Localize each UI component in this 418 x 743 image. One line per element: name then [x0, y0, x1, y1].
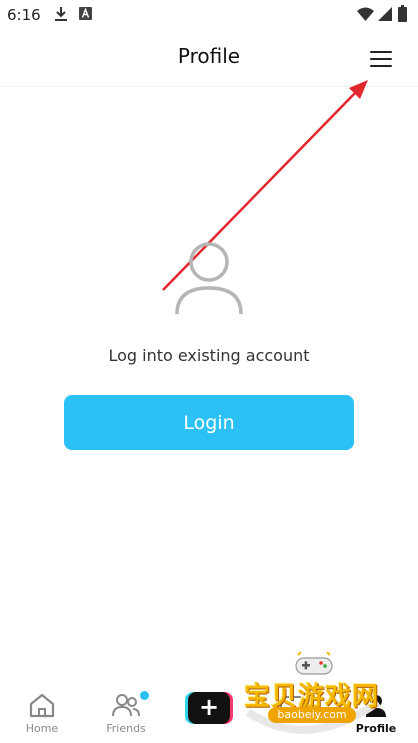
status-time: 6:16 — [7, 6, 41, 24]
download-icon — [55, 7, 67, 21]
inbox-icon — [280, 696, 304, 715]
home-icon — [29, 693, 55, 718]
create-button[interactable]: + — [185, 692, 233, 724]
signal-icon — [378, 7, 392, 21]
hamburger-menu-icon[interactable] — [366, 48, 396, 70]
nav-label-friends: Friends — [106, 722, 146, 735]
nav-item-profile[interactable]: Profile — [334, 686, 418, 743]
login-button[interactable]: Login — [64, 395, 354, 450]
status-bar: 6:16 — [0, 0, 418, 30]
profile-icon — [366, 695, 386, 717]
header: Profile — [0, 30, 418, 87]
user-placeholder-icon — [175, 242, 243, 315]
battery-icon — [398, 5, 407, 22]
nav-item-home[interactable]: Home — [0, 686, 84, 743]
friends-notification-dot — [140, 691, 149, 700]
nav-label-home: Home — [25, 722, 59, 735]
page-title: Profile — [177, 44, 241, 68]
nav-item-inbox[interactable] — [250, 686, 334, 743]
a-notification-icon — [79, 7, 92, 20]
nav-label-profile: Profile — [355, 722, 397, 735]
gamepad-icon — [295, 652, 333, 675]
nav-item-friends[interactable]: Friends — [84, 686, 168, 743]
annotation-arrow — [162, 80, 368, 291]
login-prompt: Log into existing account — [108, 346, 310, 365]
friends-icon — [112, 694, 140, 717]
plus-icon: + — [198, 693, 220, 721]
wifi-icon — [357, 7, 374, 21]
